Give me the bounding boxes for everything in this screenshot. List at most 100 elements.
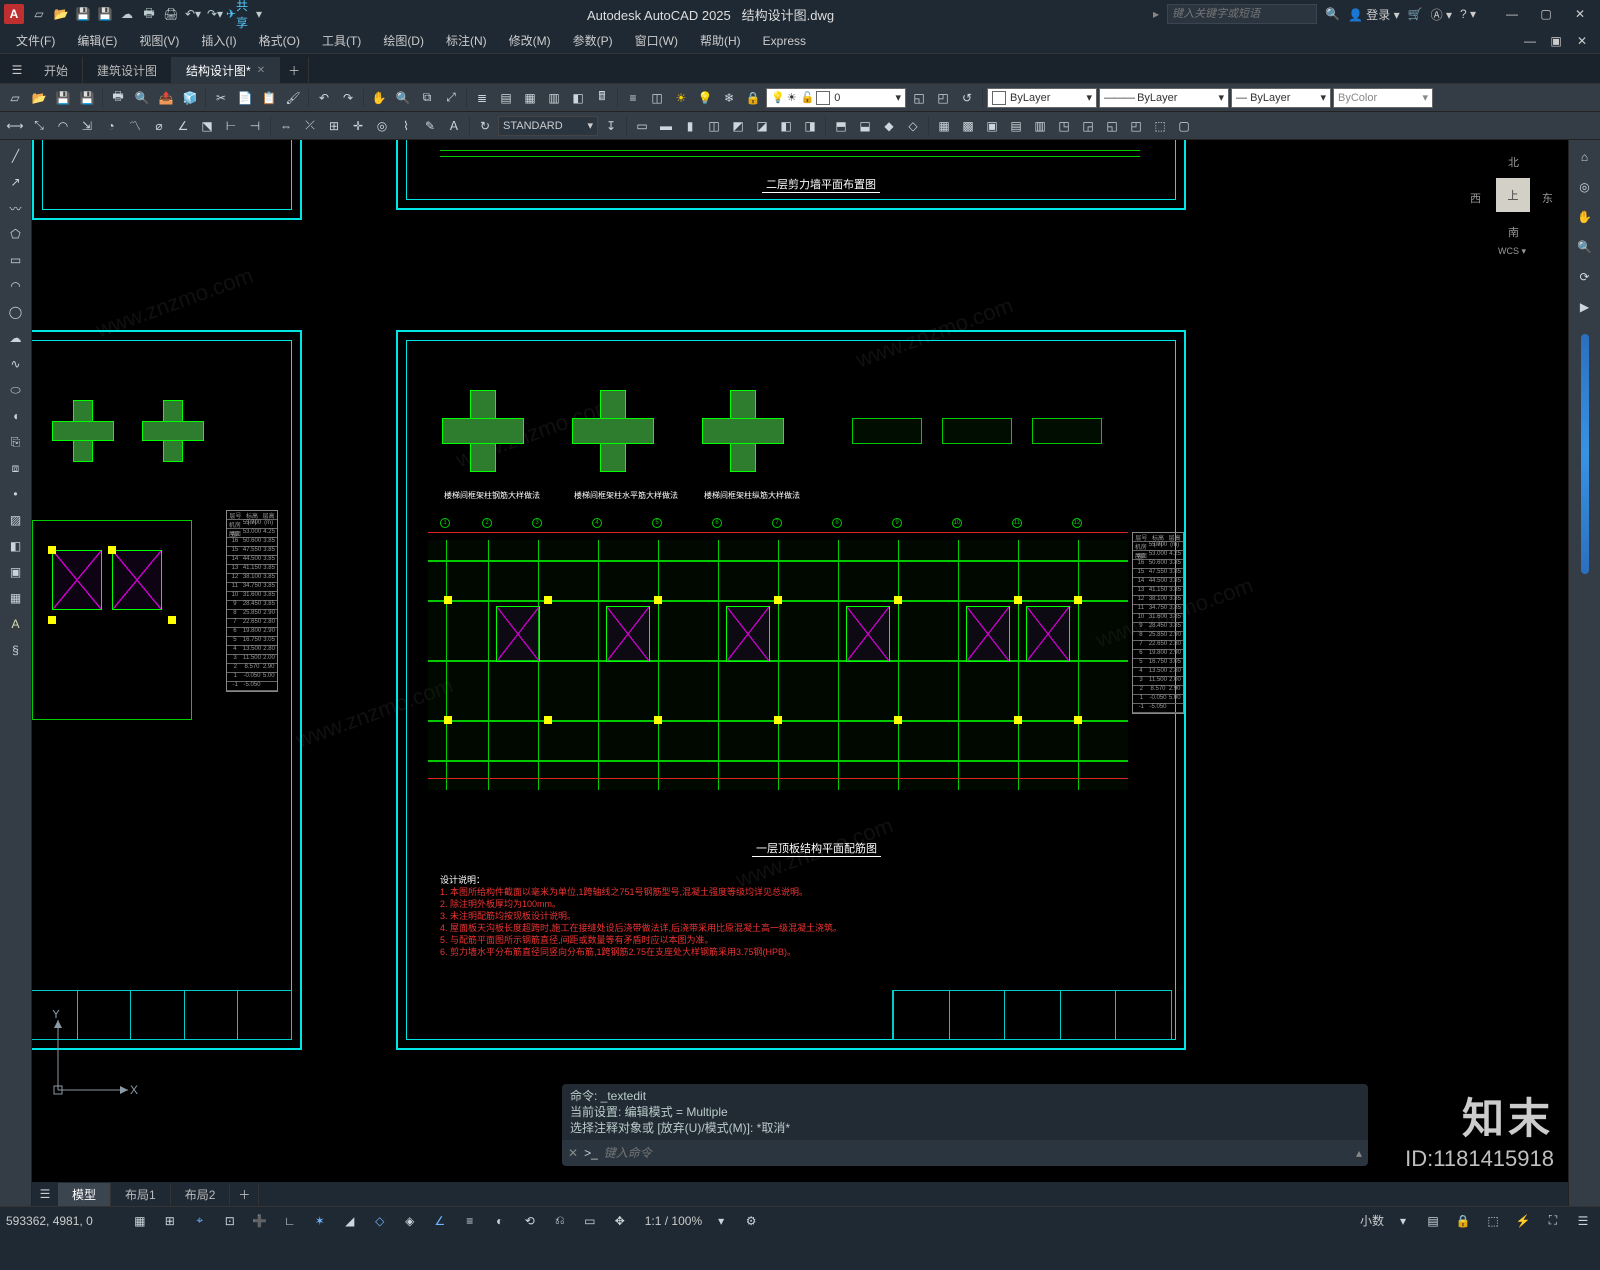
sb-dynamic-icon[interactable]: ➕ — [249, 1210, 271, 1232]
help-icon[interactable]: ? ▾ — [1460, 7, 1476, 21]
layout-menu-icon[interactable]: ☰ — [32, 1187, 58, 1201]
quickcalc-icon[interactable]: 🖩 — [591, 87, 613, 109]
lt-spline-icon[interactable]: ∿ — [3, 352, 29, 376]
sb-hwacc-icon[interactable]: ⚡ — [1512, 1210, 1534, 1232]
save-icon[interactable]: 💾 — [52, 87, 74, 109]
lt-rect-icon[interactable]: ▭ — [3, 248, 29, 272]
zoom-extents-icon[interactable]: ⤢ — [440, 87, 462, 109]
g5-icon[interactable]: ◩ — [727, 115, 749, 137]
qsave-icon[interactable]: 💾 — [76, 87, 98, 109]
rt-wheel-icon[interactable]: ◎ — [1572, 174, 1598, 200]
sb-gizmo-icon[interactable]: ✥ — [609, 1210, 631, 1232]
cenmark-icon[interactable]: ✛ — [347, 115, 369, 137]
qat-save-icon[interactable]: 💾 — [74, 5, 92, 23]
sb-units-label[interactable]: 小数 — [1360, 1212, 1384, 1229]
layfreeze-icon[interactable]: ❄ — [718, 87, 740, 109]
app-logo[interactable]: A — [4, 4, 24, 24]
viewcube-wcs[interactable]: WCS ▾ — [1498, 246, 1526, 257]
sheetset-icon[interactable]: ▤ — [495, 87, 517, 109]
sb-ortho-icon[interactable]: ∟ — [279, 1210, 301, 1232]
g15-icon[interactable]: ▣ — [981, 115, 1003, 137]
qat-redo-icon[interactable]: ↷▾ — [206, 5, 224, 23]
tab-close-icon[interactable]: ✕ — [257, 65, 265, 76]
3dprint-icon[interactable]: 🧊 — [179, 87, 201, 109]
dimarc-icon[interactable]: ◠ — [52, 115, 74, 137]
layerprev-icon[interactable]: ↺ — [956, 87, 978, 109]
g17-icon[interactable]: ▥ — [1029, 115, 1051, 137]
coords-readout[interactable]: 593362, 4981, 0 — [6, 1214, 93, 1228]
dimang-icon[interactable]: ∠ — [172, 115, 194, 137]
redo-icon[interactable]: ↷ — [337, 87, 359, 109]
rt-showmotion-icon[interactable]: ▶ — [1572, 294, 1598, 320]
dimord-icon[interactable]: ⇲ — [76, 115, 98, 137]
tab-arch[interactable]: 建筑设计图 — [83, 57, 172, 83]
sb-grid-icon[interactable]: ⊞ — [159, 1210, 181, 1232]
lt-arc-icon[interactable]: ◠ — [3, 274, 29, 298]
tolerance-icon[interactable]: ⊞ — [323, 115, 345, 137]
g2-icon[interactable]: ▬ — [655, 115, 677, 137]
g7-icon[interactable]: ◧ — [775, 115, 797, 137]
tab-model[interactable]: 模型 — [58, 1183, 111, 1206]
g4-icon[interactable]: ◫ — [703, 115, 725, 137]
pan-icon[interactable]: ✋ — [368, 87, 390, 109]
g6-icon[interactable]: ◪ — [751, 115, 773, 137]
sb-selfilter-icon[interactable]: ▭ — [579, 1210, 601, 1232]
props-icon[interactable]: ≣ — [471, 87, 493, 109]
command-input[interactable] — [604, 1146, 1350, 1160]
g22-icon[interactable]: ⬚ — [1149, 115, 1171, 137]
layermgr-icon[interactable]: ≡ — [622, 87, 644, 109]
tab-start[interactable]: 开始 — [30, 57, 83, 83]
undo-icon[interactable]: ↶ — [313, 87, 335, 109]
rt-zoom-icon[interactable]: 🔍 — [1572, 234, 1598, 260]
g10-icon[interactable]: ⬓ — [854, 115, 876, 137]
dimquick-icon[interactable]: ⬔ — [196, 115, 218, 137]
publish-icon[interactable]: 📤 — [155, 87, 177, 109]
new-icon[interactable]: ▱ — [4, 87, 26, 109]
bulb-icon[interactable]: 💡 — [694, 87, 716, 109]
cut-icon[interactable]: ✂ — [210, 87, 232, 109]
plotstyle-combobox[interactable]: ByColor▾ — [1333, 88, 1433, 108]
viewcube-north[interactable]: 北 — [1508, 154, 1519, 170]
dimdia-icon[interactable]: ⌀ — [148, 115, 170, 137]
dimtedit-icon[interactable]: Ａ — [443, 115, 465, 137]
dimedit-icon[interactable]: ✎ — [419, 115, 441, 137]
g14-icon[interactable]: ▩ — [957, 115, 979, 137]
menu-file[interactable]: 文件(F) — [6, 29, 65, 52]
search-icon[interactable]: 🔍 — [1325, 7, 1340, 21]
layuniso-icon[interactable]: ◰ — [932, 87, 954, 109]
qat-undo-icon[interactable]: ↶▾ — [184, 5, 202, 23]
qat-plot-icon[interactable]: 🖶 — [140, 5, 158, 23]
rt-home-icon[interactable]: ⌂ — [1572, 144, 1598, 170]
dimstyle-combobox[interactable]: STANDARD▾ — [498, 116, 598, 136]
g16-icon[interactable]: ▤ — [1005, 115, 1027, 137]
viewcube-east[interactable]: 东 — [1542, 190, 1553, 206]
laylock-icon[interactable]: 🔒 — [742, 87, 764, 109]
menu-parametric[interactable]: 参数(P) — [563, 29, 623, 52]
g11-icon[interactable]: ◆ — [878, 115, 900, 137]
help-search-input[interactable] — [1167, 4, 1317, 24]
layer-combobox[interactable]: 💡☀🔓 0 ▾ — [766, 88, 906, 108]
layiso-icon[interactable]: ◱ — [908, 87, 930, 109]
menu-insert[interactable]: 插入(I) — [191, 29, 246, 52]
g21-icon[interactable]: ◰ — [1125, 115, 1147, 137]
lt-ellarc-icon[interactable]: ◖ — [3, 404, 29, 428]
rt-orbit-icon[interactable]: ⟳ — [1572, 264, 1598, 290]
menu-draw[interactable]: 绘图(D) — [373, 29, 434, 52]
zoom-realtime-icon[interactable]: 🔍 — [392, 87, 414, 109]
markup-icon[interactable]: ◧ — [567, 87, 589, 109]
sb-sc-icon[interactable]: ⟲ — [519, 1210, 541, 1232]
dimspace-icon[interactable]: ⇔ — [275, 115, 297, 137]
close-button[interactable]: ✕ — [1564, 2, 1596, 26]
menu-window[interactable]: 窗口(W) — [625, 29, 688, 52]
sb-scale-readout[interactable]: 1:1 / 100% — [645, 1214, 702, 1228]
sb-iso-icon[interactable]: ◢ — [339, 1210, 361, 1232]
doc-close-button[interactable]: ✕ — [1570, 31, 1594, 51]
qat-cloud-icon[interactable]: ☁ — [118, 5, 136, 23]
cmd-close-icon[interactable]: ✕ — [568, 1146, 578, 1160]
lt-mtext-icon[interactable]: A — [3, 612, 29, 636]
sb-transp-icon[interactable]: ◐ — [489, 1210, 511, 1232]
plot-icon[interactable]: 🖶 — [107, 87, 129, 109]
canvas-viewport[interactable]: www.znzmo.com www.znzmo.com www.znzmo.co… — [32, 140, 1568, 1206]
viewcube-west[interactable]: 西 — [1470, 190, 1481, 206]
sb-isolate-icon[interactable]: ⬚ — [1482, 1210, 1504, 1232]
